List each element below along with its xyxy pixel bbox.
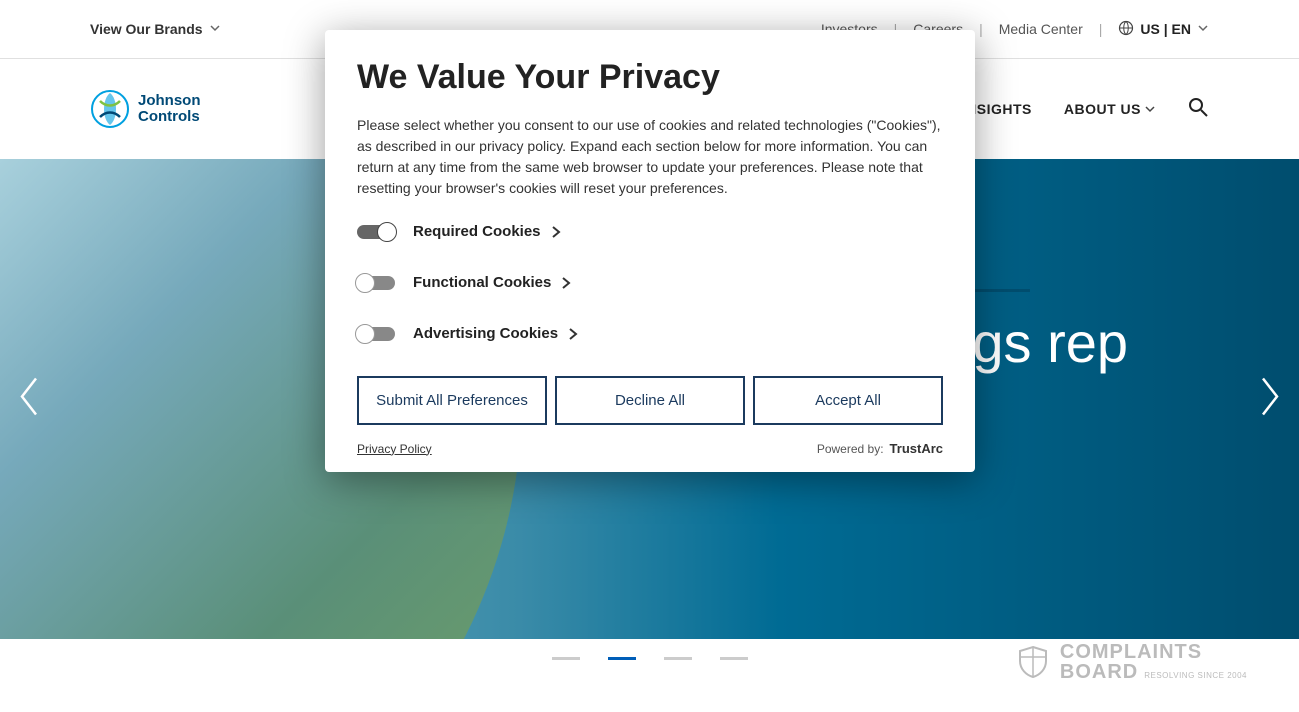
submit-preferences-button[interactable]: Submit All Preferences xyxy=(357,376,547,425)
functional-cookies-expand[interactable]: Functional Cookies xyxy=(413,274,571,291)
chevron-right-icon xyxy=(561,276,571,290)
modal-footer: Privacy Policy Powered by: TrustArc xyxy=(357,441,943,456)
required-cookies-expand[interactable]: Required Cookies xyxy=(413,223,561,240)
modal-title: We Value Your Privacy xyxy=(357,58,943,97)
privacy-modal-overlay: We Value Your Privacy Please select whet… xyxy=(0,0,1299,712)
chevron-right-icon xyxy=(551,225,561,239)
powered-by-label: Powered by: xyxy=(817,442,884,456)
cookie-label-text: Required Cookies xyxy=(413,223,541,240)
modal-buttons: Submit All Preferences Decline All Accep… xyxy=(357,376,943,425)
powered-by: Powered by: TrustArc xyxy=(817,441,943,456)
modal-description: Please select whether you consent to our… xyxy=(357,115,943,199)
cookie-row-advertising: Advertising Cookies xyxy=(357,325,943,342)
decline-all-button[interactable]: Decline All xyxy=(555,376,745,425)
privacy-policy-link[interactable]: Privacy Policy xyxy=(357,442,432,456)
cookie-row-functional: Functional Cookies xyxy=(357,274,943,291)
cookie-label-text: Advertising Cookies xyxy=(413,325,558,342)
cookie-row-required: Required Cookies xyxy=(357,223,943,240)
chevron-right-icon xyxy=(568,327,578,341)
accept-all-button[interactable]: Accept All xyxy=(753,376,943,425)
advertising-cookies-expand[interactable]: Advertising Cookies xyxy=(413,325,578,342)
required-cookies-toggle xyxy=(357,225,395,239)
privacy-modal: We Value Your Privacy Please select whet… xyxy=(325,30,975,472)
cookie-label-text: Functional Cookies xyxy=(413,274,551,291)
functional-cookies-toggle[interactable] xyxy=(357,276,395,290)
trustarc-logo[interactable]: TrustArc xyxy=(890,441,943,456)
advertising-cookies-toggle[interactable] xyxy=(357,327,395,341)
